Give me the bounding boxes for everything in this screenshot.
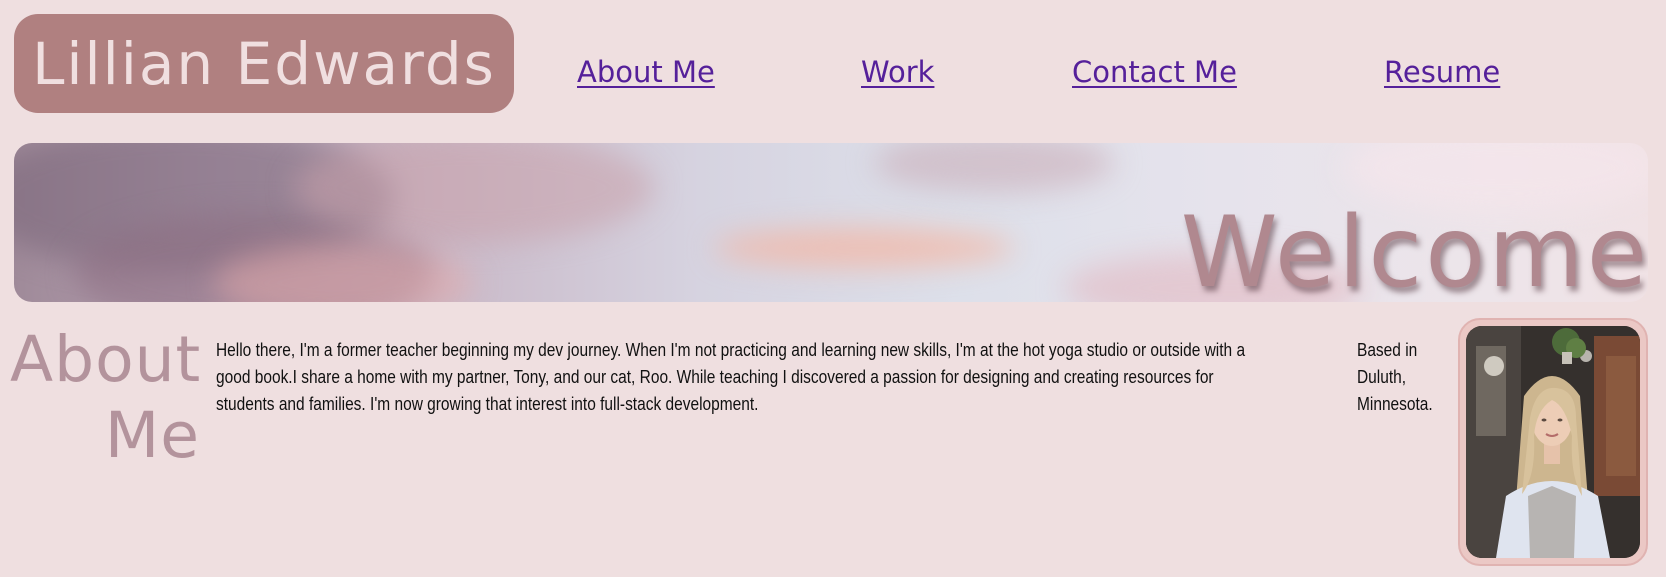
location-line: Based in xyxy=(1357,340,1418,360)
profile-photo-frame xyxy=(1458,318,1648,566)
nav-link-work[interactable]: Work xyxy=(861,58,934,87)
location-text: Based in Duluth, Minnesota. xyxy=(1357,337,1452,418)
name-badge: Lillian Edwards xyxy=(14,14,514,113)
about-heading-line-2: Me xyxy=(104,399,200,472)
profile-photo xyxy=(1466,326,1640,558)
about-heading: About Me xyxy=(10,322,200,474)
about-bio-line: Hello there, I'm a former teacher beginn… xyxy=(216,340,1246,360)
location-line: Minnesota. xyxy=(1357,394,1433,414)
about-bio-line: students and families. I'm now growing t… xyxy=(216,394,759,414)
about-bio: Hello there, I'm a former teacher beginn… xyxy=(216,337,1246,418)
about-heading-line-1: About xyxy=(10,323,202,396)
nav-link-contact-me[interactable]: Contact Me xyxy=(1072,58,1237,87)
welcome-heading: Welcome xyxy=(1180,196,1648,302)
site-title: Lillian Edwards xyxy=(32,29,496,98)
about-bio-line: good book.I share a home with my partner… xyxy=(216,367,1214,387)
location-line: Duluth, xyxy=(1357,367,1407,387)
nav-link-about-me[interactable]: About Me xyxy=(577,58,715,87)
nav-link-resume[interactable]: Resume xyxy=(1384,58,1500,87)
hero-banner: Welcome xyxy=(14,143,1648,302)
